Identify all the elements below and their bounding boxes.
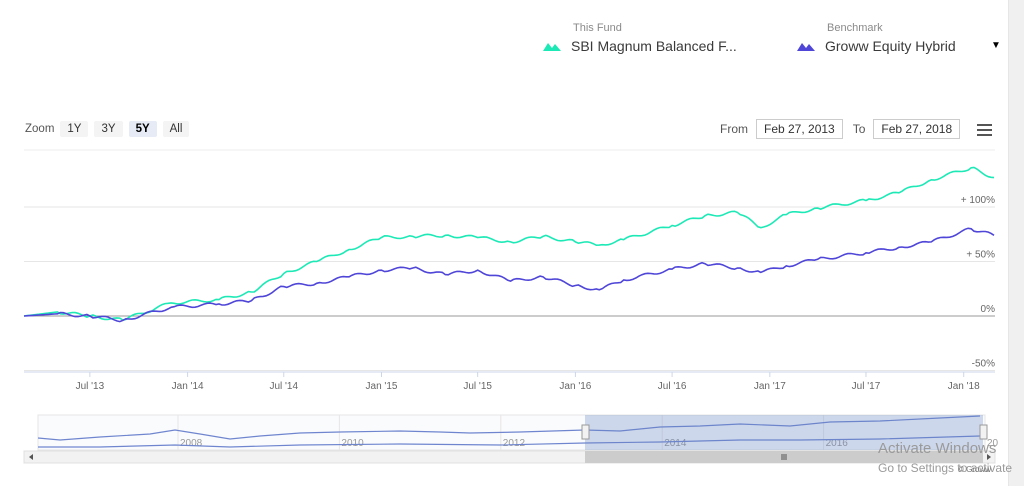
watermark-line2: Go to Settings to activate — [878, 461, 1013, 475]
x-tick-label: Jan '17 — [754, 381, 786, 392]
x-tick-label: Jul '13 — [76, 381, 105, 392]
x-tick-label: Jan '18 — [948, 381, 980, 392]
navigator-tick-label: 2012 — [503, 438, 526, 449]
navigator-tick-label: 2008 — [180, 438, 203, 449]
credit: © Groww — [958, 465, 992, 474]
grip-icon — [979, 424, 988, 440]
watermark-line1: Activate Windows — [878, 440, 997, 457]
x-tick-label: Jan '16 — [559, 381, 591, 392]
x-tick-label: Jul '17 — [852, 381, 881, 392]
y-tick-label: + 50% — [966, 250, 995, 261]
y-tick-label: -50% — [972, 359, 995, 370]
line-chart: + 100% + 50% 0% -50% Jul '13 Jan '14 Jul '14 Ja… — [23, 149, 999, 464]
x-tick-label: Jul '16 — [658, 381, 687, 392]
y-tick-label: 0% — [981, 304, 996, 315]
x-tick-label: Jan '15 — [366, 381, 398, 392]
y-tick-label: + 100% — [961, 195, 995, 206]
page-scrollbar[interactable] — [1009, 0, 1024, 486]
x-tick-label: Jul '14 — [269, 381, 298, 392]
x-tick-label: Jan '14 — [172, 381, 204, 392]
grip-icon — [581, 424, 590, 440]
x-tick-label: Jul '15 — [463, 381, 492, 392]
navigator-tick-label: 2010 — [341, 438, 364, 449]
series-line-fund — [23, 166, 995, 321]
